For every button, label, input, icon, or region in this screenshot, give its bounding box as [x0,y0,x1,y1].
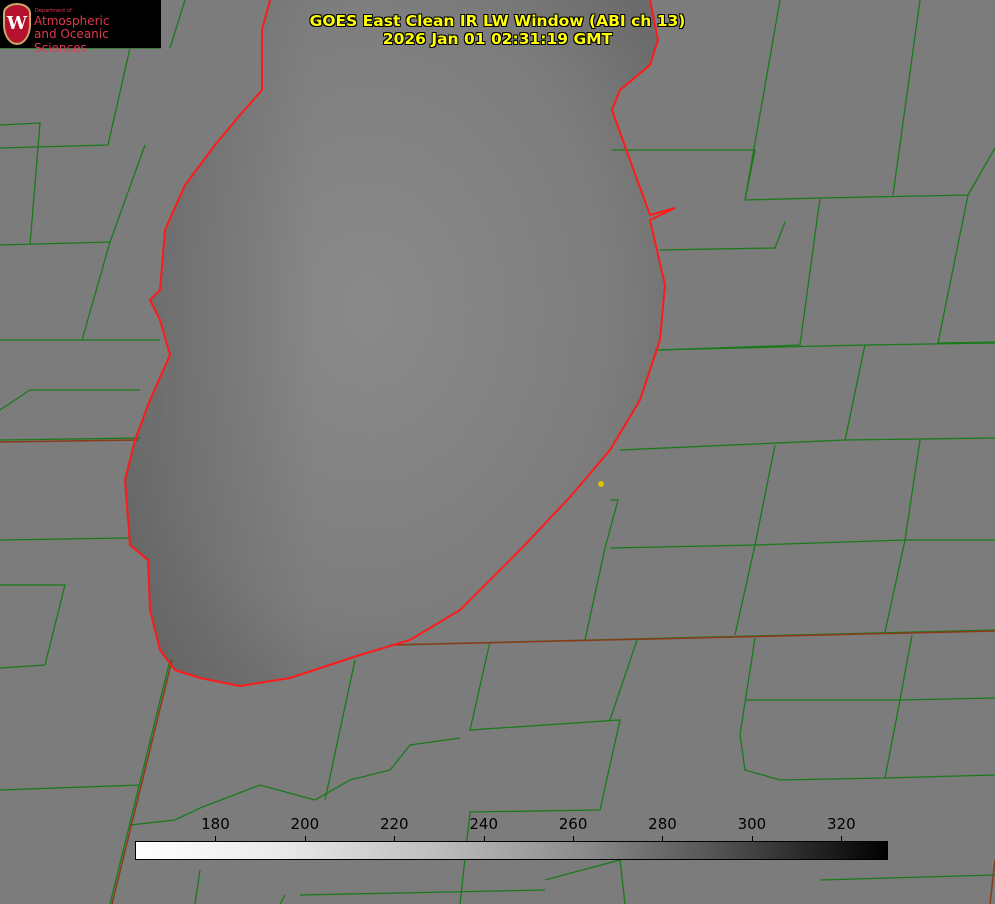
colorbar-tick-label: 180 [201,815,230,833]
satellite-map [0,0,995,904]
location-marker [598,481,604,487]
image-timestamp: 2026 Jan 01 02:31:19 GMT [382,30,613,48]
image-title: GOES East Clean IR LW Window (ABI ch 13) [309,12,686,30]
colorbar-tick-label: 220 [379,815,409,833]
colorbar [135,841,888,860]
colorbar-tick-label: 280 [648,815,677,833]
colorbar-tick-label: 200 [290,815,320,833]
colorbar-tick-label: 240 [469,815,498,833]
colorbar-tick-label: 260 [558,815,588,833]
colorbar-tick-label: 300 [737,815,767,833]
satellite-image-viewer: W Department of Atmospheric and Oceanic … [0,0,995,904]
colorbar-tick-label: 320 [826,815,856,833]
